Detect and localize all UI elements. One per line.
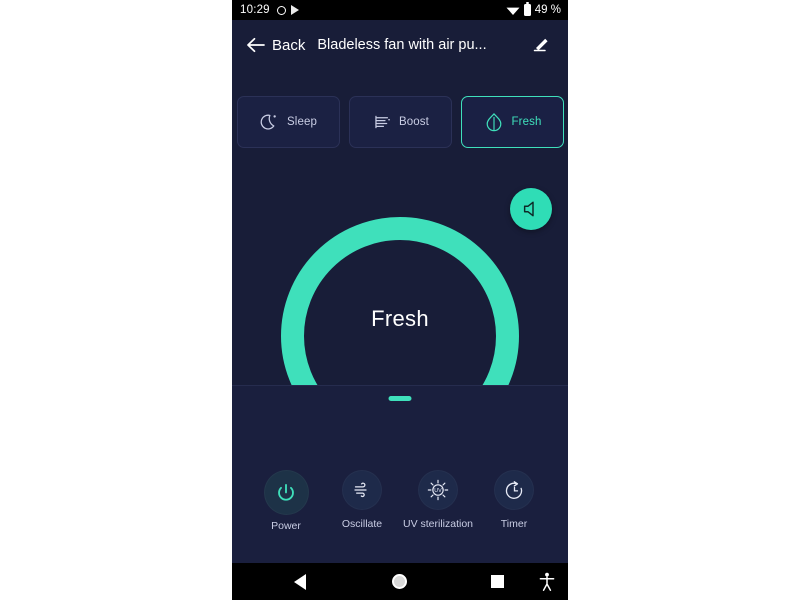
control-label-timer: Timer xyxy=(500,518,528,530)
control-label-power: Power xyxy=(271,520,301,532)
pencil-edit-icon[interactable] xyxy=(531,35,551,55)
control-oscillate[interactable]: Oscillate xyxy=(337,470,387,532)
control-power-bubble[interactable] xyxy=(263,470,309,515)
moon-icon xyxy=(260,114,276,130)
battery-icon xyxy=(523,2,531,16)
wind-oscillate-icon xyxy=(354,482,367,498)
control-power[interactable]: Power xyxy=(261,470,311,532)
sound-toggle-button[interactable] xyxy=(510,188,552,230)
drag-handle[interactable] xyxy=(388,396,412,401)
mode-button-fresh[interactable]: Fresh xyxy=(460,96,564,148)
timer-clock-icon xyxy=(505,480,522,499)
control-timer[interactable]: Timer xyxy=(489,470,539,532)
mode-label-sleep: Sleep xyxy=(287,116,317,128)
app-bar: Back Bladeless fan with air pu... xyxy=(232,20,568,70)
device-controls: Power Oscillate UV UV sterilization Time… xyxy=(232,470,568,532)
mode-button-sleep[interactable]: Sleep xyxy=(236,96,340,148)
dial-value-label: Fresh xyxy=(371,306,429,331)
leaf-icon xyxy=(486,113,501,132)
control-timer-bubble[interactable] xyxy=(494,470,534,510)
nav-home-circle-icon[interactable] xyxy=(392,574,407,589)
mode-selector: Sleep Boost Fresh xyxy=(232,96,568,148)
uv-sun-icon: UV xyxy=(427,479,449,501)
nav-recents-square-icon[interactable] xyxy=(491,575,504,588)
mode-button-boost[interactable]: Boost xyxy=(348,96,452,148)
svg-text:UV: UV xyxy=(434,488,442,494)
arrow-left-icon[interactable] xyxy=(246,37,265,53)
section-divider xyxy=(232,385,568,386)
fan-speed-dial[interactable]: Fresh xyxy=(232,160,568,386)
status-left-icons xyxy=(276,5,299,15)
android-status-bar: 10:29 49 % xyxy=(232,0,568,20)
wifi-icon xyxy=(506,7,520,15)
back-button-label[interactable]: Back xyxy=(272,37,305,54)
control-label-uv-sterilization: UV sterilization xyxy=(402,518,474,530)
phone-screen: 10:29 49 % Back Bladeless fan with air p… xyxy=(232,0,568,600)
control-uv-sterilization[interactable]: UV UV sterilization xyxy=(403,470,473,532)
power-icon xyxy=(278,483,294,501)
battery-percent: 49 % xyxy=(534,4,561,16)
control-oscillate-bubble[interactable] xyxy=(342,470,382,510)
mode-label-fresh: Fresh xyxy=(511,116,542,128)
page-title: Bladeless fan with air pu... xyxy=(317,37,487,53)
speaker-mute-icon xyxy=(523,201,534,217)
play-store-icon xyxy=(290,5,299,15)
control-label-oscillate: Oscillate xyxy=(341,518,383,530)
accessibility-icon[interactable] xyxy=(538,572,556,591)
control-uv-bubble[interactable]: UV xyxy=(418,470,458,510)
circle-outline-icon xyxy=(276,5,286,15)
android-nav-bar xyxy=(232,563,568,600)
mode-label-boost: Boost xyxy=(399,116,429,128)
screenshot-canvas: 10:29 49 % Back Bladeless fan with air p… xyxy=(0,0,800,600)
wind-lines-icon xyxy=(375,115,390,128)
status-clock: 10:29 xyxy=(240,4,270,16)
status-right-icons: 49 % xyxy=(506,2,561,16)
nav-back-triangle-icon[interactable] xyxy=(294,574,306,590)
